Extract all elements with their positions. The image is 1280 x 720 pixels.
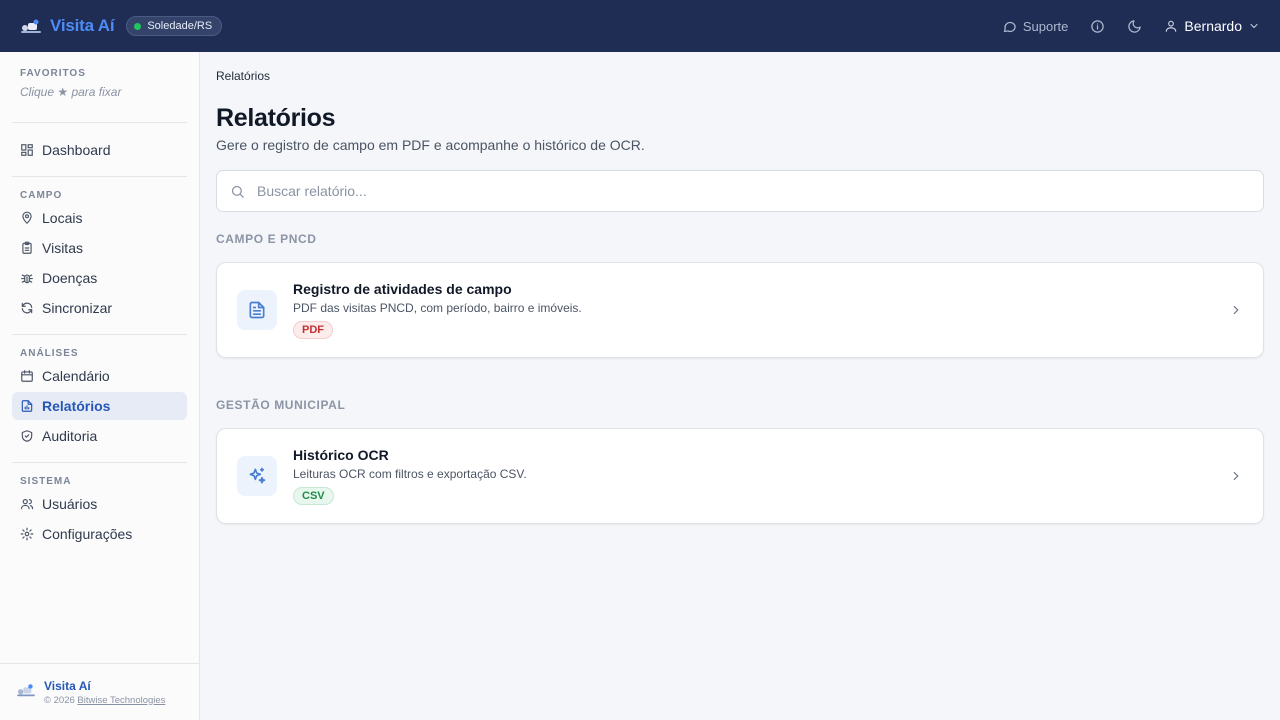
breadcrumb[interactable]: Relatórios <box>216 69 270 83</box>
favorites-hint: Clique ★ para fixar <box>20 85 122 99</box>
sidebar-item-locais[interactable]: Locais <box>12 204 187 232</box>
favorites-title: FAVORITOS <box>20 68 86 79</box>
card-icon-wrap <box>237 456 277 496</box>
gear-icon <box>20 527 34 541</box>
card-title: Registro de atividades de campo <box>293 281 512 297</box>
theme-toggle-button[interactable] <box>1127 19 1142 34</box>
clipboard-icon <box>22 241 32 254</box>
sidebar-item-auditoria[interactable]: Auditoria <box>12 422 187 450</box>
format-badge-pdf: PDF <box>293 321 333 339</box>
search-icon <box>231 185 244 198</box>
card-icon-wrap <box>237 290 277 330</box>
sidebar-item-label: Doenças <box>42 270 98 286</box>
shield-check-icon <box>21 430 33 442</box>
sidebar-item-calendario[interactable]: Calendário <box>12 362 187 390</box>
sidebar-item-configuracoes[interactable]: Configurações <box>12 520 187 548</box>
group-title-gestao-municipal: GESTÃO MUNICIPAL <box>216 398 346 412</box>
sidebar: FAVORITOS Clique ★ para fixar Dashboard … <box>0 52 200 720</box>
format-badge-csv: CSV <box>293 487 334 505</box>
grid-icon <box>21 144 33 156</box>
card-description: PDF das visitas PNCD, com período, bairr… <box>293 301 582 315</box>
sidebar-item-label: Relatórios <box>42 398 111 414</box>
sidebar-item-label: Visitas <box>42 240 83 256</box>
status-dot-icon <box>134 22 142 30</box>
sidebar-item-visitas[interactable]: Visitas <box>12 234 187 262</box>
card-description: Leituras OCR com filtros e exportação CS… <box>293 467 527 481</box>
chat-bubble-icon <box>1003 21 1016 32</box>
support-button[interactable]: Suporte <box>1002 18 1069 34</box>
page-title: Relatórios <box>216 104 336 132</box>
card-title: Histórico OCR <box>293 447 389 463</box>
sidebar-item-relatorios[interactable]: Relatórios <box>12 392 187 420</box>
sidebar-item-label: Usuários <box>42 496 98 512</box>
section-title-sistema: SISTEMA <box>20 476 72 487</box>
refresh-icon <box>21 302 33 314</box>
sidebar-item-sincronizar[interactable]: Sincronizar <box>12 294 187 322</box>
map-pin-icon <box>22 211 32 225</box>
top-bar: Visita Aí Soledade/RS Suporte Bernardo <box>0 0 1280 52</box>
logo-icon <box>20 17 42 35</box>
search-bar <box>216 170 1264 212</box>
sidebar-item-label: Configurações <box>42 526 133 542</box>
footer-copyright: © 2026 Bitwise Technologies <box>44 694 166 706</box>
chevron-right-icon <box>1229 303 1243 322</box>
logo-icon <box>16 682 36 703</box>
location-label: Soledade/RS <box>147 20 213 32</box>
sidebar-item-dashboard[interactable]: Dashboard <box>12 136 187 164</box>
report-card-historico-ocr[interactable]: Histórico OCR Leituras OCR com filtros e… <box>216 428 1264 524</box>
info-button[interactable] <box>1090 19 1105 34</box>
sidebar-item-label: Locais <box>42 210 83 226</box>
users-icon <box>20 499 34 510</box>
sidebar-item-doencas[interactable]: Doenças <box>12 264 187 292</box>
sidebar-item-usuarios[interactable]: Usuários <box>12 490 187 518</box>
sidebar-item-label: Calendário <box>42 368 110 384</box>
footer-brand-name: Visita Aí <box>44 678 91 693</box>
location-badge[interactable]: Soledade/RS <box>126 16 223 36</box>
calendar-icon <box>21 370 33 382</box>
user-icon <box>1166 20 1177 32</box>
chevron-down-icon <box>1250 24 1258 29</box>
report-card-registro-campo[interactable]: Registro de atividades de campo PDF das … <box>216 262 1264 358</box>
chevron-right-icon <box>1229 469 1243 488</box>
section-title-campo: CAMPO <box>20 190 63 201</box>
brand-name: Visita Aí <box>50 16 115 35</box>
company-link[interactable]: Bitwise Technologies <box>77 695 165 706</box>
document-icon <box>249 301 265 319</box>
sidebar-footer: Visita Aí © 2026 Bitwise Technologies <box>0 663 199 720</box>
brand[interactable]: Visita Aí Soledade/RS <box>20 16 223 36</box>
sidebar-item-label: Auditoria <box>42 428 98 444</box>
sidebar-item-label: Dashboard <box>42 142 111 158</box>
user-menu-button[interactable]: Bernardo <box>1164 18 1260 34</box>
file-chart-icon <box>21 400 33 412</box>
sidebar-item-label: Sincronizar <box>42 300 113 316</box>
group-title-campo-pncd: CAMPO E PNCD <box>216 232 317 246</box>
bug-icon <box>21 274 33 284</box>
info-icon <box>1091 19 1105 33</box>
sparkles-icon <box>249 467 266 484</box>
page-subtitle: Gere o registro de campo em PDF e acompa… <box>216 137 645 153</box>
moon-icon <box>1128 19 1142 33</box>
search-input[interactable] <box>257 183 1237 199</box>
main-content: Relatórios Relatórios Gere o registro de… <box>200 52 1280 720</box>
section-title-analises: ANÁLISES <box>20 348 79 359</box>
support-label: Suporte <box>1022 18 1069 34</box>
user-name: Bernardo <box>1184 18 1242 34</box>
